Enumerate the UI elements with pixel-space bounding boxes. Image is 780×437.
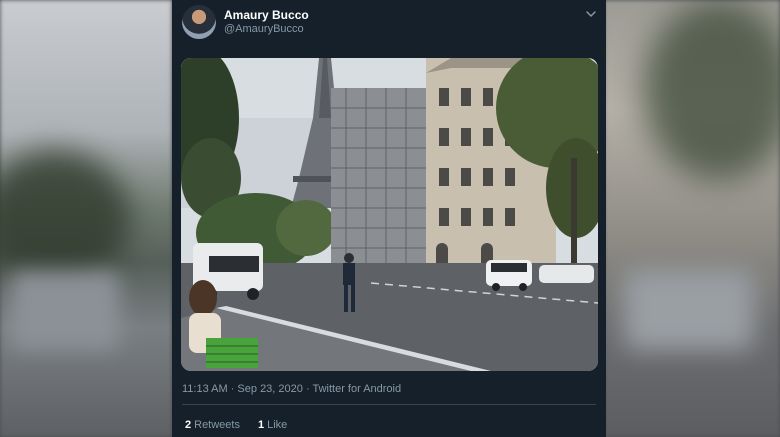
- divider: [182, 404, 596, 405]
- background-car-blur: [10, 270, 120, 350]
- chevron-down-icon[interactable]: [584, 7, 598, 21]
- user-handle[interactable]: @AmauryBucco: [224, 23, 304, 35]
- avatar[interactable]: [182, 5, 216, 39]
- tweet-photo[interactable]: [181, 58, 598, 371]
- retweets-stat[interactable]: 2 Retweets: [185, 419, 240, 431]
- background-left-blur: [0, 0, 172, 437]
- likes-count: 1: [257, 419, 265, 431]
- retweets-label: Retweets: [194, 419, 240, 431]
- likes-label: Like: [267, 419, 288, 431]
- street-scene-image: [181, 58, 598, 371]
- background-car-blur: [624, 270, 754, 350]
- display-name[interactable]: Amaury Bucco: [224, 8, 309, 22]
- background-tree-blur: [644, 0, 780, 180]
- tweet-timestamp[interactable]: 11:13 AM · Sep 23, 2020 · Twitter for An…: [182, 383, 401, 395]
- retweets-count: 2: [185, 419, 192, 431]
- background-right-blur: [604, 0, 780, 437]
- background-tree-blur: [0, 150, 130, 290]
- tweet-card: Amaury Bucco @AmauryBucco 11:13 AM · Sep…: [172, 0, 606, 437]
- tweet-stats: 2 Retweets 1 Like: [185, 419, 287, 431]
- likes-stat[interactable]: 1 Like: [258, 419, 287, 431]
